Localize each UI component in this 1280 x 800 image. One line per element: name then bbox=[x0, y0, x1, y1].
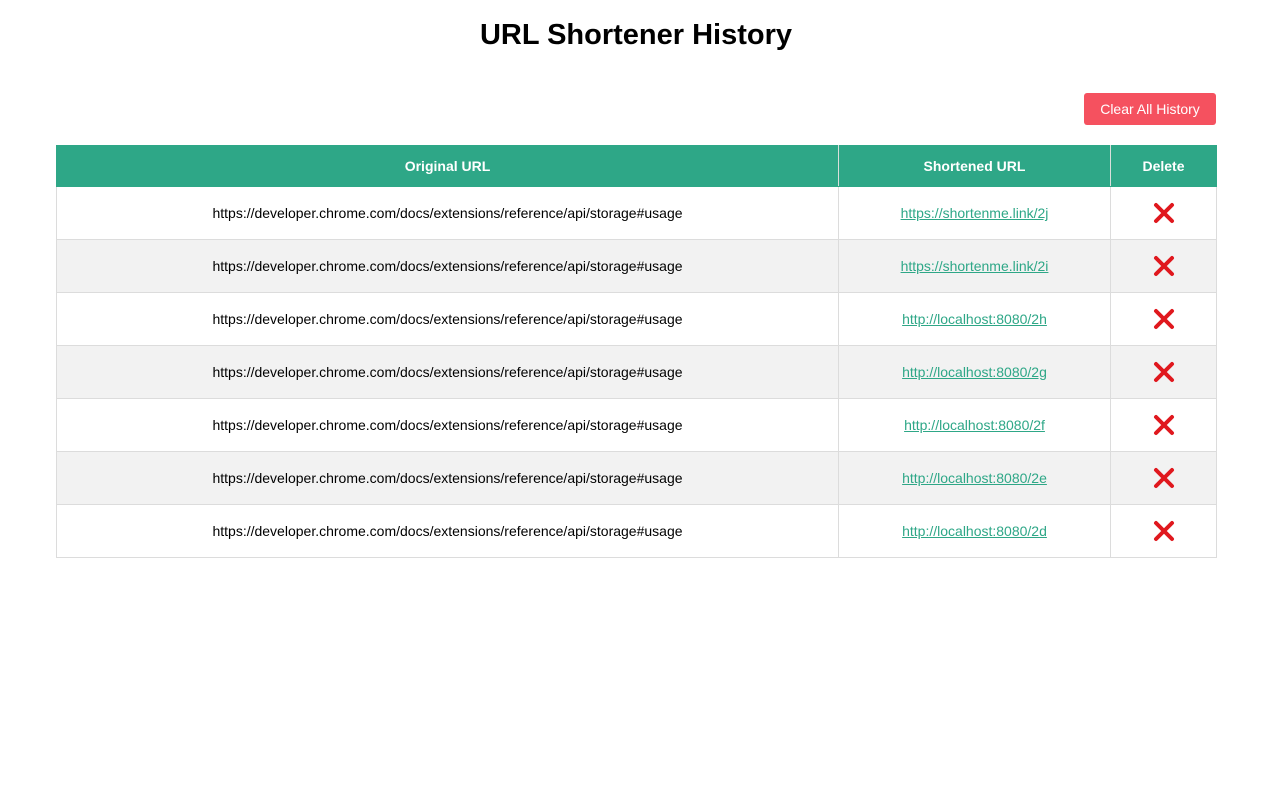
original-url-cell: https://developer.chrome.com/docs/extens… bbox=[56, 504, 839, 558]
table-header: Original URL Shortened URL Delete bbox=[56, 145, 1217, 187]
shortened-url-cell: https://shortenme.link/2i bbox=[838, 239, 1111, 293]
table-row: https://developer.chrome.com/docs/extens… bbox=[56, 451, 1217, 505]
close-icon[interactable] bbox=[1153, 414, 1175, 436]
close-icon[interactable] bbox=[1153, 255, 1175, 277]
close-icon[interactable] bbox=[1153, 467, 1175, 489]
close-icon[interactable] bbox=[1153, 361, 1175, 383]
delete-cell bbox=[1110, 186, 1217, 240]
shortened-url-cell: https://shortenme.link/2j bbox=[838, 186, 1111, 240]
delete-cell bbox=[1110, 398, 1217, 452]
table-row: https://developer.chrome.com/docs/extens… bbox=[56, 186, 1217, 240]
shortened-url-cell: http://localhost:8080/2d bbox=[838, 504, 1111, 558]
shortened-url-cell: http://localhost:8080/2h bbox=[838, 292, 1111, 346]
shortened-url-link[interactable]: https://shortenme.link/2i bbox=[901, 258, 1049, 274]
delete-cell bbox=[1110, 292, 1217, 346]
shortened-url-link[interactable]: http://localhost:8080/2d bbox=[902, 523, 1047, 539]
shortened-url-cell: http://localhost:8080/2g bbox=[838, 345, 1111, 399]
shortened-url-link[interactable]: http://localhost:8080/2f bbox=[904, 417, 1045, 433]
column-header-original-url: Original URL bbox=[56, 145, 839, 187]
close-icon[interactable] bbox=[1153, 202, 1175, 224]
close-icon[interactable] bbox=[1153, 520, 1175, 542]
page-title: URL Shortener History bbox=[479, 19, 793, 51]
delete-cell bbox=[1110, 345, 1217, 399]
table-row: https://developer.chrome.com/docs/extens… bbox=[56, 504, 1217, 558]
original-url-cell: https://developer.chrome.com/docs/extens… bbox=[56, 398, 839, 452]
original-url-cell: https://developer.chrome.com/docs/extens… bbox=[56, 239, 839, 293]
shortened-url-link[interactable]: http://localhost:8080/2e bbox=[902, 470, 1047, 486]
shortened-url-link[interactable]: https://shortenme.link/2j bbox=[901, 205, 1049, 221]
table-row: https://developer.chrome.com/docs/extens… bbox=[56, 292, 1217, 346]
table-body: https://developer.chrome.com/docs/extens… bbox=[56, 186, 1217, 558]
original-url-cell: https://developer.chrome.com/docs/extens… bbox=[56, 345, 839, 399]
original-url-cell: https://developer.chrome.com/docs/extens… bbox=[56, 186, 839, 240]
table-header-row: Original URL Shortened URL Delete bbox=[56, 145, 1217, 187]
original-url-cell: https://developer.chrome.com/docs/extens… bbox=[56, 451, 839, 505]
shortened-url-link[interactable]: http://localhost:8080/2g bbox=[902, 364, 1047, 380]
column-header-delete: Delete bbox=[1110, 145, 1217, 187]
close-icon[interactable] bbox=[1153, 308, 1175, 330]
original-url-cell: https://developer.chrome.com/docs/extens… bbox=[56, 292, 839, 346]
delete-cell bbox=[1110, 239, 1217, 293]
table-row: https://developer.chrome.com/docs/extens… bbox=[56, 398, 1217, 452]
clear-all-history-button[interactable]: Clear All History bbox=[1084, 93, 1216, 125]
shortened-url-link[interactable]: http://localhost:8080/2h bbox=[902, 311, 1047, 327]
shortened-url-cell: http://localhost:8080/2f bbox=[838, 398, 1111, 452]
delete-cell bbox=[1110, 504, 1217, 558]
column-header-shortened-url: Shortened URL bbox=[838, 145, 1111, 187]
shortened-url-cell: http://localhost:8080/2e bbox=[838, 451, 1111, 505]
table-row: https://developer.chrome.com/docs/extens… bbox=[56, 345, 1217, 399]
delete-cell bbox=[1110, 451, 1217, 505]
history-table: Original URL Shortened URL Delete https:… bbox=[56, 145, 1217, 558]
table-row: https://developer.chrome.com/docs/extens… bbox=[56, 239, 1217, 293]
